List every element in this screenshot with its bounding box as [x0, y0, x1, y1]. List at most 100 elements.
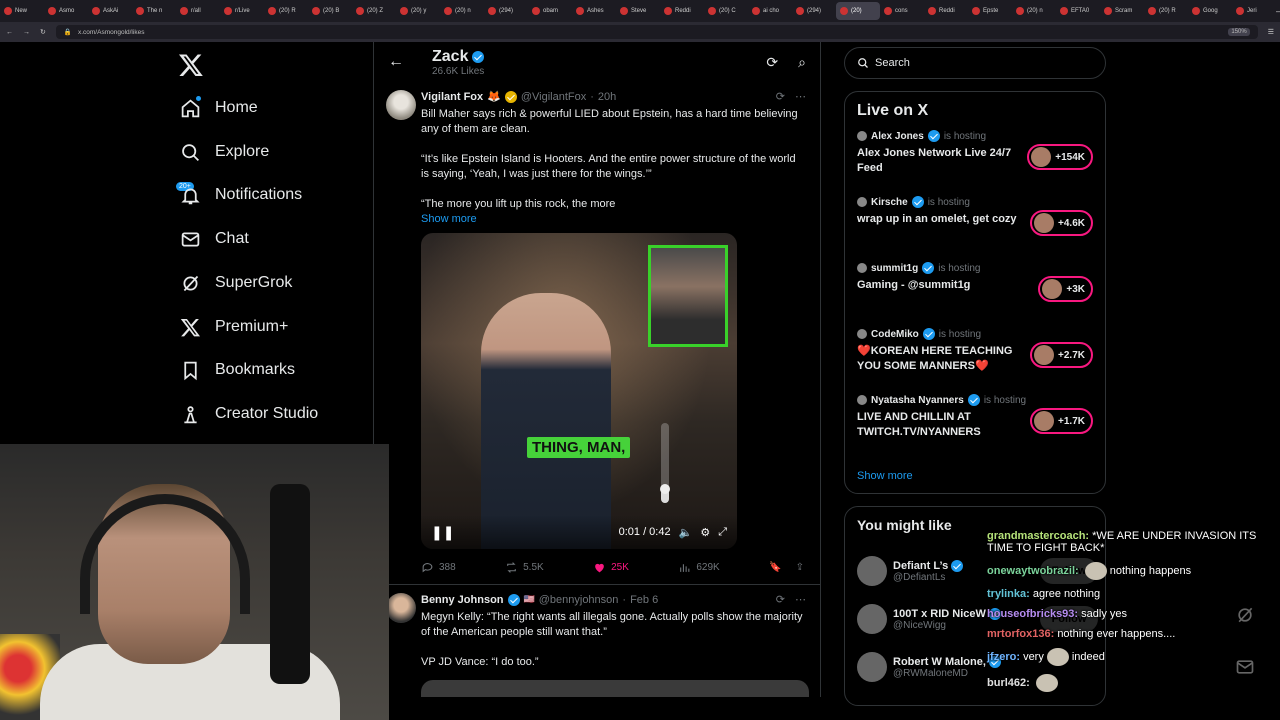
live-count-text: +4.6K	[1058, 217, 1085, 229]
views-button[interactable]: 629K	[678, 561, 720, 574]
nav-notifications[interactable]: Notifications	[178, 183, 302, 207]
browser-tab[interactable]: Asmo	[44, 2, 88, 20]
avatar[interactable]	[857, 604, 887, 634]
browser-tab[interactable]: cons	[880, 2, 924, 20]
share-icon[interactable]: ⇪	[796, 562, 804, 573]
live-listener-count[interactable]: +154K	[1027, 144, 1093, 170]
avatar[interactable]	[857, 652, 887, 682]
browser-tab[interactable]: (20) y	[396, 2, 440, 20]
tweet-media[interactable]	[421, 680, 809, 697]
nav-bookmarks[interactable]: Bookmarks	[178, 358, 295, 382]
forward-icon[interactable]: →	[23, 29, 30, 36]
nav-supergrok[interactable]: SuperGrok	[178, 271, 292, 295]
bookmark-icon[interactable]: 🔖	[769, 562, 781, 573]
browser-tab[interactable]: Ashes	[572, 2, 616, 20]
x-logo-icon[interactable]	[178, 52, 204, 78]
tweet-time[interactable]: Feb 6	[630, 594, 658, 606]
tweet-card[interactable]: Vigilant Fox 🦊 @VigilantFox · 20h ⟳ ⋯ Bil…	[374, 82, 820, 585]
browser-tab[interactable]: Goog	[1188, 2, 1232, 20]
live-listener-count[interactable]: +4.6K	[1030, 210, 1093, 236]
avatar[interactable]	[386, 90, 416, 120]
live-listener-count[interactable]: +1.7K	[1030, 408, 1093, 434]
browser-tab[interactable]: Reddi	[660, 2, 704, 20]
browser-tab[interactable]: (20) C	[704, 2, 748, 20]
browser-tab[interactable]: (20) R	[264, 2, 308, 20]
suggested-handle: @RWMaloneMD	[893, 667, 968, 679]
profile-header: ← Zack 26.6K Likes ⟳ ⌕	[374, 42, 820, 82]
live-item[interactable]: CodeMiko is hosting ❤️KOREAN HERE TEACHIN…	[857, 328, 1093, 394]
menu-icon[interactable]: ☰	[1268, 28, 1274, 36]
tweet-time[interactable]: 20h	[598, 91, 616, 103]
browser-tab[interactable]: ai cho	[748, 2, 792, 20]
live-item[interactable]: Alex Jones is hosting Alex Jones Network …	[857, 130, 1093, 196]
browser-tab[interactable]: (20) n	[1012, 2, 1056, 20]
browser-tab[interactable]: (20)	[836, 2, 880, 20]
browser-tab[interactable]: Reddi	[924, 2, 968, 20]
volume-icon[interactable]: 🔈	[679, 526, 693, 539]
repost-button[interactable]: 5.5K	[505, 561, 544, 574]
browser-tab[interactable]: The n	[132, 2, 176, 20]
reply-button[interactable]: 388	[421, 561, 456, 574]
browser-tab[interactable]: (20) Z	[352, 2, 396, 20]
avatar[interactable]	[857, 556, 887, 586]
grok-summary-icon[interactable]: ⟳	[766, 54, 778, 71]
tab-favicon-icon	[444, 7, 452, 15]
tab-label: (20) n	[455, 8, 471, 14]
live-listener-count[interactable]: +3K	[1038, 276, 1093, 302]
nav-chat[interactable]: Chat	[178, 227, 249, 251]
zoom-level[interactable]: 150%	[1228, 28, 1250, 36]
live-show-more-link[interactable]: Show more	[857, 470, 913, 482]
browser-tab[interactable]: (20) R	[1144, 2, 1188, 20]
minimize-icon[interactable]: –	[1276, 7, 1280, 16]
nav-explore[interactable]: Explore	[178, 140, 269, 164]
tab-label: cons	[895, 8, 908, 14]
browser-tab[interactable]: Epste	[968, 2, 1012, 20]
like-count: 25K	[611, 562, 629, 573]
live-item[interactable]: Nyatasha Nyanners is hosting LIVE AND CHI…	[857, 394, 1093, 460]
like-button[interactable]: 25K	[593, 561, 629, 574]
host-avatar	[1042, 279, 1063, 299]
video-player[interactable]: THING, MAN, ❚❚ 0:01 / 0:42 🔈 ⚙ ⤢	[421, 233, 737, 549]
more-icon[interactable]: ⋯	[795, 593, 806, 606]
back-arrow-icon[interactable]: ←	[388, 53, 404, 71]
browser-tab[interactable]: Steve	[616, 2, 660, 20]
nav-premium[interactable]: Premium+	[178, 315, 288, 339]
browser-tab[interactable]: Jeri	[1232, 2, 1276, 20]
fullscreen-icon[interactable]: ⤢	[718, 526, 727, 539]
grok-icon[interactable]: ⟳	[776, 90, 785, 103]
browser-tab[interactable]: AskAi	[88, 2, 132, 20]
volume-slider[interactable]	[660, 423, 670, 503]
nav-home[interactable]: Home	[178, 96, 258, 120]
browser-tab[interactable]: Scram	[1100, 2, 1144, 20]
bell-icon	[178, 183, 202, 207]
more-icon[interactable]: ⋯	[795, 90, 806, 103]
browser-tab[interactable]: (294)	[792, 2, 836, 20]
search-input[interactable]: Search	[844, 47, 1106, 79]
browser-tab[interactable]: (20) B	[308, 2, 352, 20]
live-item[interactable]: Kirsche is hosting wrap up in an omelet, …	[857, 196, 1093, 262]
tweet-author-name[interactable]: Vigilant Fox	[421, 91, 483, 103]
grok-icon[interactable]: ⟳	[776, 593, 785, 606]
nav-creator-studio[interactable]: Creator Studio	[178, 402, 318, 426]
browser-tab[interactable]: r/all	[176, 2, 220, 20]
tweet-author-handle[interactable]: @VigilantFox	[521, 91, 586, 103]
reload-icon[interactable]: ↻	[40, 28, 46, 36]
address-bar[interactable]: 🔒 x.com/Asmongold/likes 150%	[55, 25, 1258, 39]
search-profile-icon[interactable]: ⌕	[798, 54, 806, 71]
settings-icon[interactable]: ⚙	[700, 526, 710, 539]
tweet-author-handle[interactable]: @bennyjohnson	[539, 594, 619, 606]
browser-tab[interactable]: New	[0, 2, 44, 20]
browser-tab[interactable]: (294)	[484, 2, 528, 20]
live-listener-count[interactable]: +2.7K	[1030, 342, 1093, 368]
tweet-card[interactable]: Benny Johnson 🇺🇸 @bennyjohnson · Feb 6 ⟳…	[374, 585, 820, 697]
browser-tab[interactable]: r/Live	[220, 2, 264, 20]
avatar[interactable]	[386, 593, 416, 623]
back-icon[interactable]: ←	[6, 29, 13, 36]
show-more-link[interactable]: Show more	[421, 213, 806, 225]
browser-tab[interactable]: (20) n	[440, 2, 484, 20]
browser-tab[interactable]: obam	[528, 2, 572, 20]
live-item[interactable]: summit1g is hosting Gaming - @summit1g +3…	[857, 262, 1093, 328]
browser-tab[interactable]: EFTA0	[1056, 2, 1100, 20]
pause-icon[interactable]: ❚❚	[431, 524, 454, 541]
tweet-author-name[interactable]: Benny Johnson	[421, 594, 504, 606]
